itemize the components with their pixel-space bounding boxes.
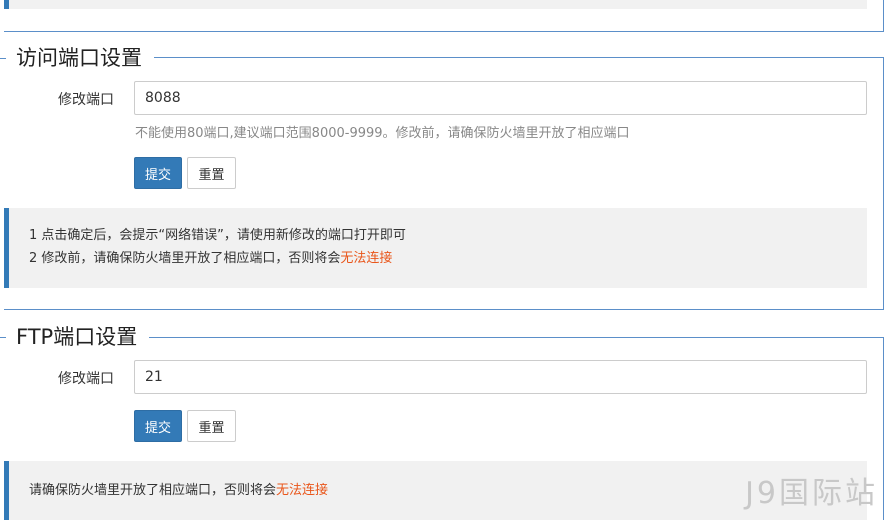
access-port-reset-button[interactable]: 重置 bbox=[187, 157, 236, 189]
access-port-field-label: 修改端口 bbox=[58, 92, 114, 108]
watermark-logo: J9国际站 bbox=[745, 476, 878, 511]
access-port-legend: 访问端口设置 bbox=[0, 43, 154, 73]
ftp-port-legend: FTP端口设置 bbox=[0, 322, 150, 352]
previous-notice-box bbox=[4, 0, 867, 9]
access-port-notice-box: 1 点击确定后，会提示“网络错误”，请使用新修改的端口打开即可 2 修改前，请确… bbox=[4, 208, 867, 288]
ftp-port-field-label: 修改端口 bbox=[58, 371, 114, 387]
access-port-notice-line-1: 1 点击确定后，会提示“网络错误”，请使用新修改的端口打开即可 bbox=[29, 228, 406, 243]
access-port-help-text: 不能使用80端口,建议端口范围8000-9999。修改前，请确保防火墙里开放了相… bbox=[135, 126, 630, 141]
access-port-input[interactable] bbox=[134, 81, 867, 115]
access-port-warning-text: 无法连接 bbox=[340, 251, 393, 266]
ftp-port-warning-text: 无法连接 bbox=[276, 483, 329, 498]
ftp-port-notice-box: 请确保防火墙里开放了相应端口，否则将会无法连接 bbox=[4, 461, 867, 520]
access-port-submit-button[interactable]: 提交 bbox=[134, 157, 182, 189]
ftp-port-notice-line: 请确保防火墙里开放了相应端口，否则将会无法连接 bbox=[29, 479, 867, 502]
ftp-port-notice-text: 请确保防火墙里开放了相应端口，否则将会 bbox=[29, 483, 277, 498]
ftp-port-reset-button[interactable]: 重置 bbox=[187, 410, 236, 442]
access-port-notice-line-2-text: 2 修改前，请确保防火墙里开放了相应端口，否则将会 bbox=[29, 251, 341, 266]
ftp-port-submit-button[interactable]: 提交 bbox=[134, 410, 182, 442]
ftp-port-title: FTP端口设置 bbox=[16, 325, 138, 349]
access-port-title: 访问端口设置 bbox=[16, 46, 142, 70]
legend-dash bbox=[0, 336, 6, 338]
legend-dash bbox=[0, 57, 6, 59]
page: 访问端口设置 修改端口 不能使用80端口,建议端口范围8000-9999。修改前… bbox=[0, 0, 892, 520]
access-port-notice-line-2: 2 修改前，请确保防火墙里开放了相应端口，否则将会无法连接 bbox=[29, 247, 867, 270]
ftp-port-input[interactable] bbox=[134, 360, 867, 394]
